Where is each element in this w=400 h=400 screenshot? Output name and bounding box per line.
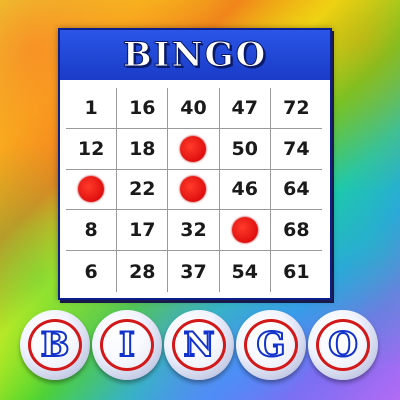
- cell-number: 74: [283, 137, 310, 160]
- cell-number: 32: [180, 219, 207, 242]
- ball-letter: B: [40, 325, 71, 365]
- bingo-cell[interactable]: 6: [66, 251, 118, 292]
- dauber-mark: [78, 176, 105, 203]
- bingo-cell[interactable]: 46: [219, 169, 271, 211]
- dauber-mark: [180, 135, 207, 162]
- ball-letter: O: [327, 325, 359, 365]
- ball-ring: B: [28, 319, 82, 371]
- bingo-cell[interactable]: 8: [66, 210, 118, 252]
- cell-number: 28: [129, 260, 156, 283]
- bingo-balls-row: B I NG O: [20, 310, 380, 390]
- cell-number: 54: [231, 260, 258, 283]
- cell-number: 50: [231, 137, 258, 160]
- ball-ring: G: [244, 319, 298, 371]
- bingo-ball-g: G: [236, 310, 306, 380]
- bingo-cell[interactable]: 18: [117, 128, 169, 170]
- cell-number: 37: [180, 260, 207, 283]
- bingo-cell[interactable]: 54: [220, 251, 271, 292]
- ball-letter: G: [255, 325, 286, 365]
- ball-ring: O: [316, 319, 370, 371]
- bingo-cell[interactable]: 17: [117, 210, 169, 252]
- cell-number: 17: [129, 219, 156, 242]
- cell-number: 1: [84, 96, 98, 119]
- cell-number: 8: [84, 219, 98, 242]
- cell-number: 12: [77, 137, 105, 160]
- cell-number: 46: [231, 178, 258, 201]
- card-title: BINGO: [122, 35, 268, 76]
- bingo-cell[interactable]: 50: [219, 128, 271, 170]
- bingo-cell[interactable]: [219, 210, 271, 252]
- bingo-cell[interactable]: 47: [219, 88, 271, 129]
- dauber-mark: [231, 217, 258, 244]
- dauber-mark: [180, 176, 207, 203]
- bingo-cell[interactable]: 68: [270, 210, 322, 252]
- ball-letter: N: [182, 325, 215, 365]
- bingo-cell[interactable]: [168, 169, 220, 211]
- bingo-ball-n: N: [164, 310, 234, 380]
- bingo-cell[interactable]: 12: [66, 128, 118, 170]
- bingo-card: BINGO 1 16 40 47 72 12 18 50 74 22 46 64 8 17 32 68 6 28 3…: [58, 28, 332, 300]
- number-grid: 1 16 40 47 72 12 18 50 74 22 46 64 8 17 32 68 6 28 37 54 61: [66, 88, 322, 292]
- bingo-cell[interactable]: 22: [117, 169, 169, 211]
- cell-number: 72: [283, 96, 310, 119]
- bingo-ball-i: I: [92, 310, 162, 380]
- ball-letter: I: [118, 325, 136, 365]
- cell-number: 61: [283, 260, 310, 283]
- bingo-cell[interactable]: 64: [270, 170, 322, 211]
- bingo-cell[interactable]: 28: [117, 251, 169, 292]
- bingo-cell[interactable]: 72: [270, 88, 322, 129]
- cell-number: 47: [231, 96, 258, 119]
- bingo-cell[interactable]: [168, 128, 220, 170]
- bingo-cell[interactable]: [66, 169, 118, 211]
- ball-ring: I: [100, 319, 154, 371]
- bingo-cell[interactable]: 32: [168, 210, 220, 252]
- bingo-cell[interactable]: 37: [168, 251, 220, 292]
- bingo-cell[interactable]: 74: [270, 129, 322, 170]
- cell-number: 16: [129, 96, 156, 119]
- card-header: BINGO: [60, 30, 330, 80]
- bingo-ball-o: O: [308, 310, 378, 380]
- cell-number: 40: [180, 96, 207, 119]
- cell-number: 18: [129, 137, 156, 160]
- cell-number: 22: [129, 178, 156, 201]
- bingo-cell[interactable]: 16: [117, 88, 169, 129]
- bingo-cell[interactable]: 61: [271, 251, 322, 292]
- bingo-ball-b: B: [20, 310, 90, 380]
- cell-number: 6: [84, 260, 98, 283]
- ball-ring: N: [172, 319, 226, 371]
- bingo-cell[interactable]: 40: [168, 88, 220, 129]
- bingo-cell[interactable]: 1: [66, 88, 118, 129]
- cell-number: 68: [283, 219, 310, 242]
- cell-number: 64: [283, 178, 310, 201]
